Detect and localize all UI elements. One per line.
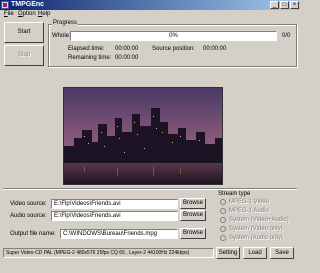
video-preview xyxy=(63,87,223,185)
start-button[interactable]: Start xyxy=(4,22,44,43)
load-button[interactable]: Load xyxy=(243,247,267,259)
remaining-time-label: Remaining time: xyxy=(68,55,112,61)
stream-option-system-audio-only[interactable]: System (Audio only) xyxy=(220,234,298,243)
radio-label: System (Video+Audio) xyxy=(229,217,289,223)
video-source-field[interactable]: E:\Flp\Videos\Friends.avi xyxy=(51,199,178,209)
radio-button[interactable] xyxy=(220,217,226,223)
remaining-time-value: 00:00:00 xyxy=(115,55,139,61)
separator xyxy=(3,188,297,190)
radio-button[interactable] xyxy=(220,199,226,205)
window-title: TMPGEnc xyxy=(11,1,45,8)
maximize-icon: □ xyxy=(282,2,287,8)
elapsed-time-value: 00:00:00 xyxy=(115,46,139,52)
minimize-icon: _ xyxy=(272,2,277,8)
menu-option[interactable]: Option xyxy=(18,11,36,18)
radio-label: System (Audio only) xyxy=(229,235,283,241)
stream-option-mpeg1-video[interactable]: MPEG-1 Video xyxy=(220,198,298,207)
audio-source-field[interactable]: E:\Flp\Videos\Friends.avi xyxy=(51,211,178,221)
stream-option-system-video-only[interactable]: System (Video only) xyxy=(220,225,298,234)
menu-bar: File Option Help xyxy=(0,10,300,19)
status-bar: Super Video-CD PAL (MPEG-2 480x576 25fps… xyxy=(3,248,214,258)
close-button[interactable]: × xyxy=(290,1,299,9)
progress-count: 0/0 xyxy=(282,33,291,39)
minimize-button[interactable]: _ xyxy=(270,1,279,9)
output-browse-button[interactable]: Browse xyxy=(180,228,206,239)
menu-option-rest: ption xyxy=(22,11,36,17)
video-browse-button[interactable]: Browse xyxy=(180,198,206,209)
menu-file[interactable]: File xyxy=(4,11,14,18)
app-icon xyxy=(1,1,9,9)
progress-group-label: Progress xyxy=(52,20,79,27)
audio-source-label: Audio source: xyxy=(10,213,47,219)
video-source-label: Video source: xyxy=(10,201,47,207)
video-frame-image xyxy=(64,88,222,184)
radio-label: MPEG-1 Audio xyxy=(229,208,269,214)
stream-option-system-video-audio[interactable]: System (Video+Audio) xyxy=(220,216,298,225)
radio-label: System (Video only) xyxy=(229,226,283,232)
maximize-button[interactable]: □ xyxy=(280,1,289,9)
stop-button[interactable]: Stop xyxy=(4,45,44,66)
progress-percent: 0% xyxy=(169,33,178,39)
setting-button[interactable]: Setting xyxy=(216,247,240,259)
save-button[interactable]: Save xyxy=(270,247,294,259)
elapsed-time-label: Elapsed time: xyxy=(68,46,105,52)
output-file-field[interactable]: C:\WINDOWS\Bureau\Friends.mpg xyxy=(60,229,178,239)
whole-progress-bar: 0% xyxy=(70,31,277,41)
radio-button[interactable] xyxy=(220,235,226,241)
menu-help-rest: elp xyxy=(42,11,51,17)
stream-option-mpeg1-audio[interactable]: MPEG-1 Audio xyxy=(220,207,298,216)
source-position-value: 00:00:00 xyxy=(203,46,227,52)
app-window: TMPGEnc _ □ × File Option Help Start Sto… xyxy=(0,0,300,273)
menu-help[interactable]: Help xyxy=(38,11,50,18)
title-bar[interactable]: TMPGEnc _ □ × xyxy=(0,0,300,10)
menu-file-rest: ile xyxy=(7,11,14,17)
audio-browse-button[interactable]: Browse xyxy=(180,210,206,221)
source-position-label: Source position: xyxy=(152,46,196,52)
close-icon: × xyxy=(292,2,297,8)
radio-button[interactable] xyxy=(220,226,226,232)
stream-type-label: Stream type xyxy=(218,191,251,197)
whole-label: Whole: xyxy=(52,33,71,39)
output-file-name-label: Output file name: xyxy=(10,231,56,237)
radio-button[interactable] xyxy=(220,208,226,214)
radio-label: MPEG-1 Video xyxy=(229,199,269,205)
